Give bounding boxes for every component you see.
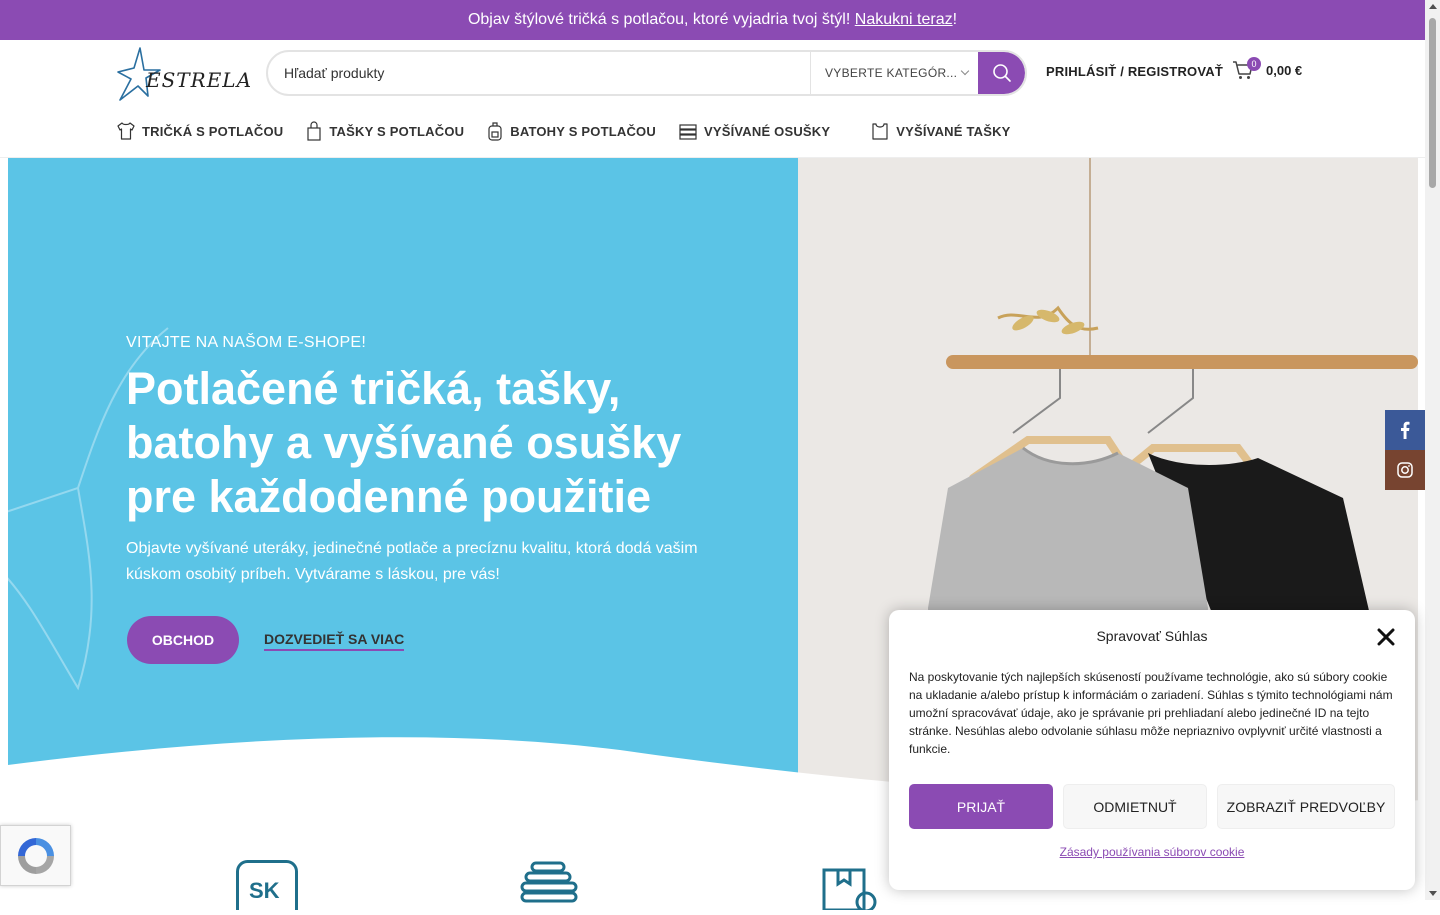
facebook-button[interactable] (1385, 410, 1425, 450)
nav-item-label: VYŠÍVANÉ TAŠKY (896, 123, 1011, 139)
site-logo[interactable]: ESTRELA (116, 46, 251, 104)
login-register-link[interactable]: PRIHLÁSIŤ / REGISTROVAŤ (1046, 64, 1223, 79)
tshirt-icon (117, 122, 135, 140)
hero-eyebrow: VITAJTE NA NAŠOM E-SHOPE! (126, 334, 367, 351)
shop-button[interactable]: OBCHOD (127, 616, 239, 664)
nav-item-osusky[interactable]: VYŠÍVANÉ OSUŠKY (678, 121, 830, 141)
nav-item-tasky[interactable]: TAŠKY S POTLAČOU (305, 121, 464, 141)
search-icon (992, 64, 1011, 82)
facebook-icon (1401, 421, 1410, 439)
stacked-towels-feature (520, 860, 582, 915)
recaptcha-icon (17, 837, 54, 874)
category-select-label: VYBERTE KATEGÓR... (825, 66, 958, 80)
accept-cookies-button[interactable]: PRIJAŤ (909, 784, 1053, 829)
announcement-text: Objav štýlové tričká s potlačou, ktoré v… (467, 11, 851, 28)
backpack-icon (488, 122, 502, 141)
cookie-preferences-button[interactable]: ZOBRAZIŤ PREDVOĽBY (1217, 784, 1395, 829)
cookie-consent-modal: Spravovať Súhlas Na poskytovanie tých na… (889, 610, 1415, 890)
logo-text: ESTRELA (146, 68, 253, 92)
search-button[interactable] (978, 52, 1025, 94)
announcement-link[interactable]: Nakukni teraz (855, 11, 953, 29)
deny-cookies-button[interactable]: ODMIETNUŤ (1063, 784, 1207, 829)
nav-item-batohy[interactable]: BATOHY S POTLAČOU (486, 121, 656, 141)
recaptcha-badge[interactable] (0, 825, 71, 886)
instagram-icon (1397, 462, 1413, 478)
cart-total: 0,00 € (1266, 62, 1303, 78)
search-bar: VYBERTE KATEGÓR... (266, 50, 1027, 96)
instagram-button[interactable] (1385, 450, 1425, 490)
hero-description: Objavte vyšívané uteráky, jedinečné potl… (126, 540, 698, 583)
social-sidebar (1385, 410, 1425, 490)
towel-stack-icon (520, 861, 578, 903)
scroll-down-arrow[interactable] (1429, 891, 1437, 896)
category-select[interactable]: VYBERTE KATEGÓR... (810, 52, 982, 94)
cookie-modal-title: Spravovať Súhlas (1096, 628, 1208, 644)
cart-count-badge: 0 (1247, 57, 1261, 71)
main-nav: TRIČKÁ S POTLAČOU TAŠKY S POTLAČOU BATOH… (116, 120, 1033, 142)
delivery-box-feature (822, 860, 884, 915)
nav-item-vysivane-tasky[interactable]: VYŠÍVANÉ TAŠKY (870, 121, 1010, 141)
close-icon[interactable] (1377, 628, 1395, 646)
nav-item-label: BATOHY S POTLAČOU (510, 123, 656, 139)
scroll-up-arrow[interactable] (1429, 4, 1437, 9)
towel-icon (679, 124, 697, 140)
cookie-modal-text: Na poskytovanie tých najlepších skúsenos… (909, 670, 1393, 756)
announcement-bar: Objav štýlové tričká s potlačou, ktoré v… (0, 0, 1425, 40)
cookie-policy-link[interactable]: Zásady používania súborov cookie (889, 845, 1415, 859)
search-input[interactable] (268, 52, 810, 94)
cart-button[interactable]: 0 0,00 € (1232, 57, 1303, 80)
chevron-down-icon (960, 66, 970, 76)
tote-icon (872, 123, 888, 140)
nav-item-label: TAŠKY S POTLAČOU (329, 123, 465, 139)
page-scrollbar[interactable] (1425, 0, 1440, 900)
nav-item-label: TRIČKÁ S POTLAČOU (142, 123, 284, 139)
sk-badge-text: SK (249, 878, 280, 903)
scroll-thumb[interactable] (1429, 18, 1436, 188)
site-header: ESTRELA VYBERTE KATEGÓR... PRIHLÁSIŤ / R… (0, 40, 1425, 158)
announcement-suffix: ! (952, 11, 958, 28)
nav-item-label: VYŠÍVANÉ OSUŠKY (703, 123, 831, 139)
learn-more-link[interactable]: DOZVEDIEŤ SA VIAC (264, 631, 405, 651)
slovak-badge-feature: SK (236, 860, 298, 915)
nav-item-tricka[interactable]: TRIČKÁ S POTLAČOU (116, 121, 283, 141)
bag-icon (307, 121, 321, 141)
hero-title: Potlačené tričká, tašky, batohy a vyšíva… (126, 363, 682, 522)
package-icon (822, 868, 877, 913)
